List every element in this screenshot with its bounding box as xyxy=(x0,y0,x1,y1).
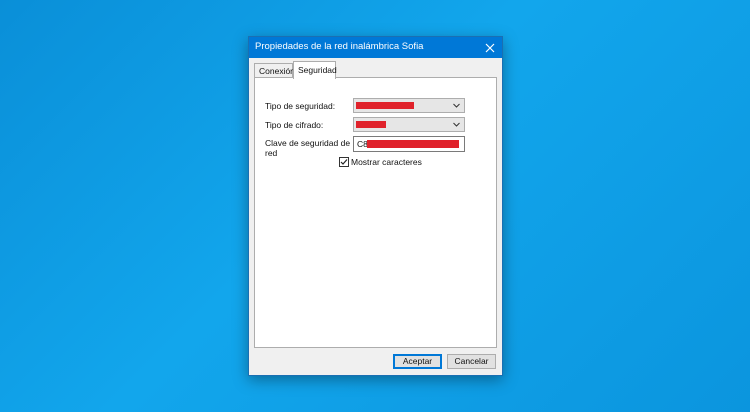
cancel-button[interactable]: Cancelar xyxy=(447,354,496,369)
dialog-title: Propiedades de la red inalámbrica Sofia xyxy=(255,41,424,52)
security-panel: Tipo de seguridad: Tipo de cifrado: Clav… xyxy=(254,77,497,348)
show-characters-toggle[interactable]: Mostrar caracteres xyxy=(339,156,422,168)
checkmark-icon xyxy=(340,159,348,165)
redaction-mark xyxy=(356,121,386,128)
show-characters-checkbox[interactable] xyxy=(339,157,349,167)
redaction-mark xyxy=(356,102,414,109)
encryption-type-select[interactable] xyxy=(353,117,465,132)
chevron-down-icon xyxy=(453,122,460,127)
chevron-down-icon xyxy=(453,103,460,108)
show-characters-label: Mostrar caracteres xyxy=(351,157,422,167)
network-key-label: Clave de seguridad de red xyxy=(265,138,351,158)
close-button[interactable] xyxy=(478,37,502,58)
security-type-select[interactable] xyxy=(353,98,465,113)
redaction-mark xyxy=(367,140,459,148)
tab-seguridad[interactable]: Seguridad xyxy=(293,61,337,79)
ok-button[interactable]: Aceptar xyxy=(393,354,442,369)
wireless-properties-dialog: Propiedades de la red inalámbrica Sofia … xyxy=(248,36,503,376)
title-bar: Propiedades de la red inalámbrica Sofia xyxy=(249,37,502,58)
network-key-input[interactable]: C8 xyxy=(353,136,465,152)
encryption-type-label: Tipo de cifrado: xyxy=(265,120,324,130)
security-type-label: Tipo de seguridad: xyxy=(265,101,336,111)
tab-conexion[interactable]: Conexión xyxy=(254,63,295,78)
close-icon xyxy=(485,43,495,52)
